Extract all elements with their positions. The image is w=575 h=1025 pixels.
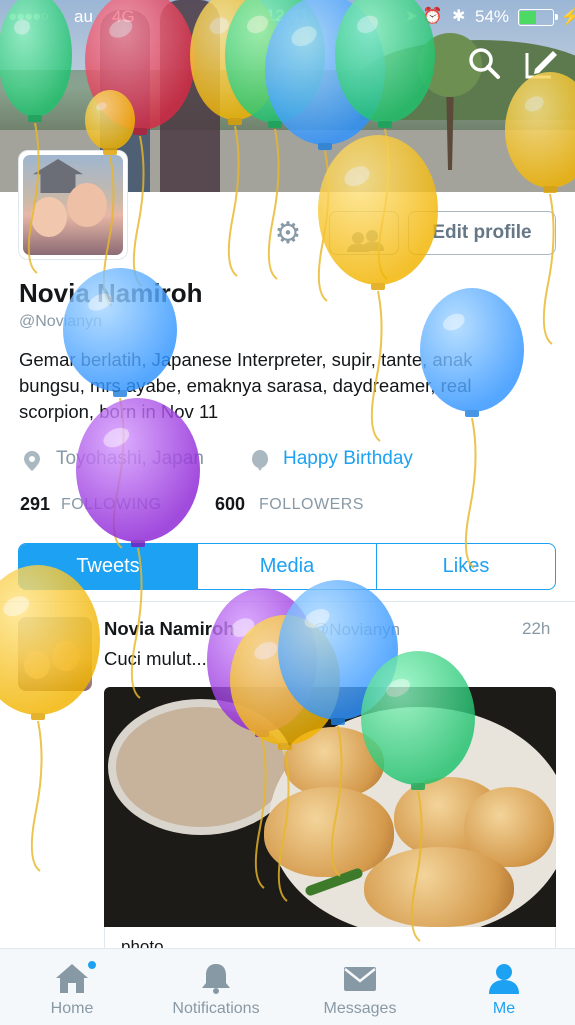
- tab-tweets[interactable]: Tweets: [19, 544, 197, 589]
- followers-count[interactable]: 600: [215, 494, 245, 515]
- profile-location: Toyohashi, Japan: [56, 448, 204, 469]
- tweet-time: 22h: [522, 619, 551, 638]
- tabbar-messages[interactable]: Messages: [305, 949, 415, 1025]
- following-label[interactable]: FOLLOWING: [61, 496, 162, 514]
- home-icon: [56, 964, 88, 993]
- battery-icon: [518, 9, 558, 26]
- battery-percent: 54%: [475, 7, 510, 26]
- following-count[interactable]: 291: [20, 494, 50, 515]
- tweet-avatar[interactable]: [18, 617, 92, 691]
- tabbar-home-label: Home: [50, 1000, 94, 1017]
- tabbar-home[interactable]: Home: [30, 949, 114, 1025]
- status-bar: ●●●●○ au 4G 12:41 ➤ ⏰ ✱ 54% ⚡: [0, 0, 575, 34]
- tweet-handle[interactable]: @Novianyn: [312, 620, 400, 640]
- charging-icon: ⚡: [560, 7, 575, 26]
- balloon-icon: [252, 450, 268, 471]
- compose-tweet-icon[interactable]: [523, 45, 559, 81]
- tabbar-messages-label: Messages: [323, 1000, 397, 1017]
- gear-icon[interactable]: ⚙: [270, 216, 306, 252]
- profile-handle: @Novianyn: [19, 313, 102, 330]
- tweet-author[interactable]: Novia Namiroh: [104, 618, 235, 640]
- bluetooth-icon: ✱: [452, 8, 466, 25]
- bell-icon: [202, 964, 230, 994]
- location-alarm-icons: ➤ ⏰: [405, 8, 443, 25]
- profile-bio: Gemar berlatih, Japanese Interpreter, su…: [19, 349, 473, 422]
- notification-dot: [86, 959, 98, 971]
- edit-profile-button[interactable]: Edit profile: [408, 211, 556, 255]
- tabbar-notifications[interactable]: Notifications: [156, 949, 276, 1025]
- tab-likes[interactable]: Likes: [376, 544, 555, 589]
- person-icon: [489, 964, 519, 994]
- tabbar-me[interactable]: Me: [462, 949, 546, 1025]
- profile-tabs: Tweets Media Likes: [18, 543, 556, 590]
- location-pin-icon: [24, 451, 40, 471]
- tabbar-notifications-label: Notifications: [172, 1000, 260, 1017]
- balloon: [0, 565, 100, 872]
- people-icon: [352, 232, 364, 244]
- followers-label[interactable]: FOLLOWERS: [259, 496, 364, 514]
- balloon: [420, 288, 524, 569]
- profile-name: Novia Namiroh: [19, 278, 203, 308]
- tabbar-me-label: Me: [492, 1000, 516, 1017]
- search-icon[interactable]: [466, 45, 502, 81]
- tweet-text: Cuci mulut...: [104, 648, 207, 669]
- divider: [0, 601, 575, 602]
- tweet-photo[interactable]: [104, 687, 556, 927]
- bottom-tab-bar: Home Notifications Messages Me: [0, 948, 575, 1025]
- find-people-button[interactable]: [329, 211, 399, 255]
- envelope-icon: [344, 967, 376, 991]
- profile-birthday[interactable]: Happy Birthday: [283, 448, 413, 470]
- tab-media[interactable]: Media: [197, 544, 376, 589]
- profile-avatar[interactable]: [18, 150, 128, 260]
